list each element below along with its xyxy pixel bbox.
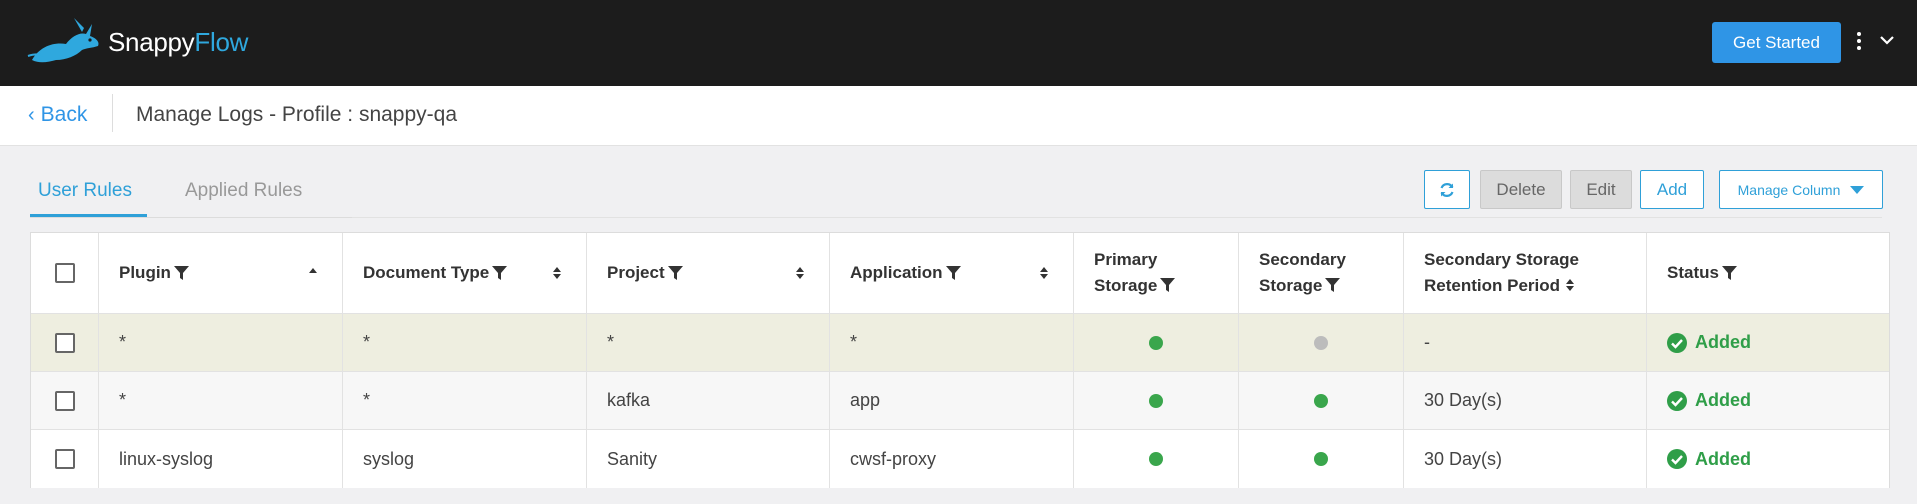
cell-plugin: *	[99, 314, 343, 371]
filter-icon[interactable]	[1325, 277, 1341, 293]
cell-retention: 30 Day(s)	[1404, 430, 1647, 488]
filter-icon[interactable]	[667, 265, 683, 281]
delete-button[interactable]: Delete	[1480, 170, 1562, 209]
cell-document-type: syslog	[343, 430, 587, 488]
brand-name: SnappyFlow	[108, 26, 249, 57]
secondary-storage-disabled-indicator	[1314, 335, 1328, 350]
cell-application: cwsf-proxy	[830, 430, 1074, 488]
primary-storage-enabled-indicator	[1149, 393, 1163, 408]
caret-down-icon	[1850, 185, 1865, 194]
manage-column-label: Manage Column	[1737, 181, 1841, 198]
rabbit-logo-icon	[27, 18, 99, 63]
back-label: Back	[40, 103, 88, 126]
cell-application: app	[830, 372, 1074, 429]
chevron-down-icon[interactable]	[1877, 30, 1897, 50]
secondary-storage-enabled-indicator	[1314, 393, 1328, 408]
column-header-primary-storage[interactable]: Primary Storage	[1074, 233, 1239, 313]
cell-retention: -	[1404, 314, 1647, 371]
check-circle-icon	[1667, 332, 1687, 353]
status-badge: Added	[1667, 390, 1751, 411]
filter-icon[interactable]	[492, 265, 508, 281]
filter-icon[interactable]	[1160, 277, 1176, 293]
column-header-document-type[interactable]: Document Type	[343, 233, 587, 313]
refresh-icon	[1440, 182, 1454, 197]
cell-project: Sanity	[587, 430, 830, 488]
status-badge: Added	[1667, 332, 1751, 353]
sort-icon[interactable]	[795, 265, 805, 281]
cell-project: kafka	[587, 372, 830, 429]
cell-project: *	[587, 314, 830, 371]
row-checkbox[interactable]	[54, 390, 75, 411]
refresh-button[interactable]	[1424, 170, 1470, 209]
column-header-project[interactable]: Project	[587, 233, 830, 313]
cell-document-type: *	[343, 314, 587, 371]
row-checkbox[interactable]	[54, 332, 75, 353]
sort-icon[interactable]	[1565, 277, 1575, 293]
sort-icon[interactable]	[552, 265, 562, 281]
active-tab-indicator	[30, 214, 147, 217]
edit-button[interactable]: Edit	[1570, 170, 1632, 209]
tab-applied-rules[interactable]: Applied Rules	[185, 180, 302, 218]
filter-icon[interactable]	[945, 265, 961, 281]
sort-icon[interactable]	[1039, 265, 1049, 281]
column-header-secondary-storage[interactable]: Secondary Storage	[1239, 233, 1404, 313]
column-header-plugin[interactable]: Plugin	[99, 233, 343, 313]
column-header-retention-period[interactable]: Secondary Storage Retention Period	[1404, 233, 1647, 313]
rules-table: Plugin Document Type Project Application…	[30, 232, 1890, 488]
back-link[interactable]: ‹ Back	[28, 103, 87, 127]
page-title: Manage Logs - Profile : snappy-qa	[136, 103, 458, 126]
rules-tabs: User Rules Applied Rules	[30, 170, 352, 218]
secondary-storage-enabled-indicator	[1314, 452, 1328, 466]
table-header-row: Plugin Document Type Project Application…	[31, 233, 1889, 314]
top-navbar: SnappyFlow Get Started	[0, 0, 1917, 86]
primary-storage-enabled-indicator	[1149, 335, 1163, 350]
filter-icon[interactable]	[1721, 265, 1737, 281]
cell-application: *	[830, 314, 1074, 371]
divider	[112, 94, 113, 132]
brand-logo[interactable]: SnappyFlow	[26, 16, 248, 68]
check-circle-icon	[1667, 449, 1687, 469]
select-all-checkbox[interactable]	[54, 263, 75, 283]
column-header-status[interactable]: Status	[1647, 233, 1889, 313]
row-checkbox[interactable]	[54, 449, 75, 469]
chevron-left-icon: ‹	[28, 103, 35, 126]
manage-column-button[interactable]: Manage Column	[1719, 170, 1883, 209]
cell-document-type: *	[343, 372, 587, 429]
table-row[interactable]: linux-syslog syslog Sanity cwsf-proxy 30…	[31, 430, 1889, 488]
add-button[interactable]: Add	[1640, 170, 1704, 209]
table-row[interactable]: * * * * - Added	[31, 314, 1889, 372]
get-started-button[interactable]: Get Started	[1712, 22, 1841, 63]
kebab-icon[interactable]	[1854, 32, 1864, 52]
column-header-application[interactable]: Application	[830, 233, 1074, 313]
filter-icon[interactable]	[173, 265, 189, 281]
primary-storage-enabled-indicator	[1149, 452, 1163, 466]
check-circle-icon	[1667, 390, 1687, 411]
sort-asc-icon[interactable]	[308, 265, 318, 281]
cell-plugin: linux-syslog	[99, 430, 343, 488]
status-badge: Added	[1667, 449, 1751, 470]
page-header: ‹ Back Manage Logs - Profile : snappy-qa	[0, 86, 1917, 146]
cell-plugin: *	[99, 372, 343, 429]
divider	[352, 217, 1882, 218]
table-row[interactable]: * * kafka app 30 Day(s) Added	[31, 372, 1889, 430]
cell-retention: 30 Day(s)	[1404, 372, 1647, 429]
tab-user-rules[interactable]: User Rules	[38, 180, 132, 218]
